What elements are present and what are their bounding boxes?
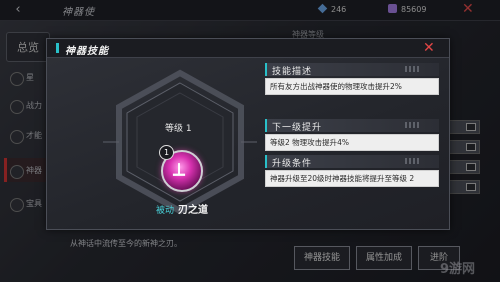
section-header: 下一级提升	[265, 119, 439, 133]
skill-level-badge: 1	[159, 145, 174, 160]
skill-type: 被动	[156, 206, 175, 216]
section-header: 技能描述	[265, 63, 439, 77]
section-text: 等级2 物理攻击提升4%	[265, 134, 439, 151]
section-next-level: 下一级提升 等级2 物理攻击提升4%	[265, 119, 439, 151]
section-skill-description: 技能描述 所有友方出战神器使的物理攻击提升2%	[265, 63, 439, 95]
blade-glyph-icon: ⟂	[173, 159, 186, 180]
decorative-dots-icon	[405, 66, 421, 72]
section-header: 升级条件	[265, 155, 439, 169]
close-icon[interactable]: ✕	[423, 40, 435, 56]
section-label: 技能描述	[272, 67, 313, 77]
modal-title: 神器技能	[65, 46, 109, 57]
skill-modal: 神器技能 ✕ 等级 1 ⟂ 1 被动 刃之道 技能描述 所有友方出战神器使的物理…	[46, 38, 450, 230]
hexagon-frame-icon	[103, 69, 257, 215]
skill-level-label: 等级 1	[165, 124, 192, 134]
screen: ‹ 神器使 246 85609 ✕ 总览 星 战力 才能 神器 宝具 神器等级	[0, 0, 500, 282]
header-accent	[56, 43, 59, 53]
decorative-dots-icon	[405, 122, 421, 128]
section-label: 升级条件	[272, 159, 313, 169]
section-text: 所有友方出战神器使的物理攻击提升2%	[265, 78, 439, 95]
skill-name: 刃之道	[178, 205, 209, 216]
section-label: 下一级提升	[272, 123, 323, 133]
section-upgrade-condition: 升级条件 神器升级至20级时神器技能将提升至等级 2	[265, 155, 439, 187]
decorative-dots-icon	[405, 158, 421, 164]
skill-hex-frame: 等级 1 ⟂ 1 被动 刃之道	[73, 65, 263, 221]
skill-name-row: 被动 刃之道	[156, 201, 208, 216]
modal-header: 神器技能 ✕	[47, 39, 449, 58]
section-text: 神器升级至20级时神器技能将提升至等级 2	[265, 170, 439, 187]
